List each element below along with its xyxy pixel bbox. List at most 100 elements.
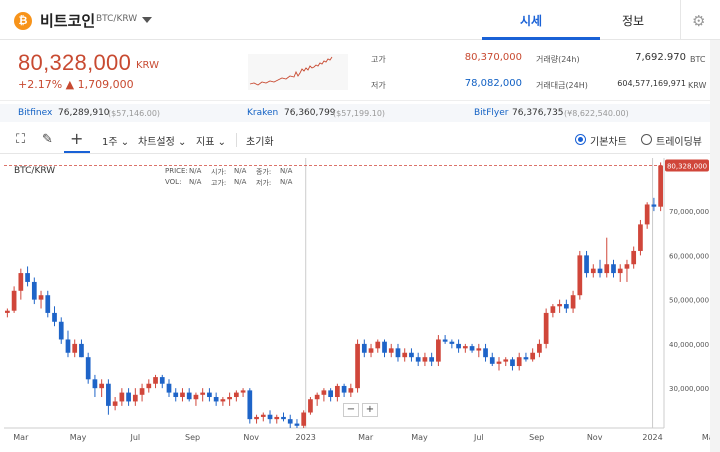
candle-body xyxy=(584,255,589,274)
candle-body xyxy=(126,392,131,402)
info-high-value: N/A xyxy=(234,178,247,186)
candle-body xyxy=(79,343,84,358)
candle-body xyxy=(597,268,603,274)
candle-body xyxy=(355,343,360,389)
candle-body xyxy=(287,419,293,424)
candle-body xyxy=(274,416,280,420)
tab-info[interactable]: 정보 xyxy=(622,12,644,29)
chevron-down-icon[interactable] xyxy=(142,17,152,23)
mini-price-chart xyxy=(248,54,348,90)
candle-body xyxy=(590,268,596,274)
candle-body xyxy=(638,224,643,251)
price-change: +2.17% ▲ 1,709,000 xyxy=(18,78,134,91)
candle-body xyxy=(651,204,657,207)
y-tick-label: 60,000,000 xyxy=(669,252,709,260)
candle-body xyxy=(476,348,482,351)
low-value: 78,082,000 xyxy=(464,78,522,89)
candle-body xyxy=(166,383,172,393)
candle-body xyxy=(45,295,51,313)
info-vol-value: N/A xyxy=(189,178,202,186)
candle-body xyxy=(38,295,44,300)
period-select[interactable]: 1주 ⌄ xyxy=(102,133,129,148)
price-unit: KRW xyxy=(136,60,159,71)
candle-body xyxy=(368,348,374,353)
indicators-button[interactable]: 지표 ⌄ xyxy=(196,133,226,148)
candlestick-chart[interactable]: 70,000,000 60,000,000 50,000,000 40,000,000… xyxy=(0,156,720,452)
candle-body xyxy=(92,379,98,389)
candle-body xyxy=(510,359,515,367)
candle-body xyxy=(294,423,300,426)
exchange-price-bitflyer: 76,376,735 xyxy=(512,108,564,118)
coin-name[interactable]: 비트코인 xyxy=(40,10,95,31)
candle-body xyxy=(523,357,529,360)
candle-body xyxy=(469,346,475,351)
coin-pair: BTC/KRW xyxy=(96,14,138,24)
candle-body xyxy=(462,346,468,349)
candle-body xyxy=(301,412,307,426)
candle-body xyxy=(429,357,435,362)
reset-button[interactable]: 초기화 xyxy=(246,133,274,148)
exchange-jpy-bitflyer: (¥8,622,540.00) xyxy=(564,109,629,118)
zoom-out-button[interactable]: − xyxy=(343,403,359,417)
gear-icon[interactable]: ⚙ xyxy=(692,12,705,30)
exchange-name-bitflyer[interactable]: BitFlyer xyxy=(474,108,508,118)
radio-tradingview[interactable] xyxy=(641,134,652,145)
candle-body xyxy=(550,306,556,313)
fullscreen-icon[interactable]: ⛶ xyxy=(16,132,25,147)
radio-tradingview-label[interactable]: 트레이딩뷰 xyxy=(656,133,702,148)
candle-body xyxy=(308,399,313,413)
candle-body xyxy=(382,341,387,353)
volume-label: 거래량(24h) xyxy=(536,55,580,64)
candle-body xyxy=(99,383,105,389)
crosshair-active-indicator xyxy=(64,151,90,153)
candle-body xyxy=(233,392,239,398)
chart-settings-button[interactable]: 차트설정 ⌄ xyxy=(138,133,186,148)
x-tick-label: Jul xyxy=(473,433,484,442)
candle-body xyxy=(415,357,421,362)
candle-body xyxy=(489,357,495,364)
candle-body xyxy=(281,416,286,420)
x-tick-label: May xyxy=(70,433,87,442)
x-tick-label: Sep xyxy=(185,433,200,442)
candle-body xyxy=(207,392,212,398)
info-high-label: 고가: xyxy=(211,179,227,187)
chart-pair-label: BTC/KRW xyxy=(14,166,56,176)
crosshair-icon[interactable]: + xyxy=(70,129,83,148)
candle-body xyxy=(442,339,448,342)
zoom-in-button[interactable]: + xyxy=(362,403,378,417)
y-tick-label: 40,000,000 xyxy=(669,341,709,349)
candle-body xyxy=(112,401,118,406)
radio-basic-chart[interactable] xyxy=(575,134,586,145)
current-price: 80,328,000 xyxy=(18,50,132,75)
candle-body xyxy=(220,399,226,402)
candle-body xyxy=(557,304,562,307)
y-tick-label: 70,000,000 xyxy=(669,208,709,216)
tab-price[interactable]: 시세 xyxy=(520,12,542,29)
candle-body xyxy=(52,312,57,322)
toolbar-divider xyxy=(236,133,237,147)
candle-body xyxy=(180,392,185,398)
x-tick-label: Mar xyxy=(358,433,374,442)
high-label: 고가 xyxy=(371,55,386,64)
x-tick-label: Jul xyxy=(129,433,140,442)
x-tick-label: May xyxy=(411,433,428,442)
radio-basic-chart-label[interactable]: 기본차트 xyxy=(590,133,627,148)
candle-body xyxy=(341,385,347,393)
amount-unit: KRW xyxy=(688,81,707,90)
candle-body xyxy=(348,388,354,393)
volume-value: 7,692.970 xyxy=(635,52,686,63)
x-tick-label: 2024 xyxy=(642,433,662,442)
bitcoin-icon: ₿ xyxy=(14,12,32,30)
pencil-icon[interactable]: ✎ xyxy=(42,132,53,147)
candle-body xyxy=(254,416,259,420)
amount-value: 604,577,169,971 xyxy=(617,79,686,88)
chart-settings-label: 차트설정 xyxy=(138,137,175,148)
exchange-name-kraken[interactable]: Kraken xyxy=(247,108,278,118)
scrollbar-track[interactable] xyxy=(710,40,720,452)
y-tick-label: 50,000,000 xyxy=(669,297,709,305)
candle-body xyxy=(577,255,583,296)
candle-body xyxy=(375,341,381,349)
exchange-name-bitfinex[interactable]: Bitfinex xyxy=(18,108,52,118)
candle-body xyxy=(658,165,663,207)
candle-body xyxy=(328,390,333,398)
